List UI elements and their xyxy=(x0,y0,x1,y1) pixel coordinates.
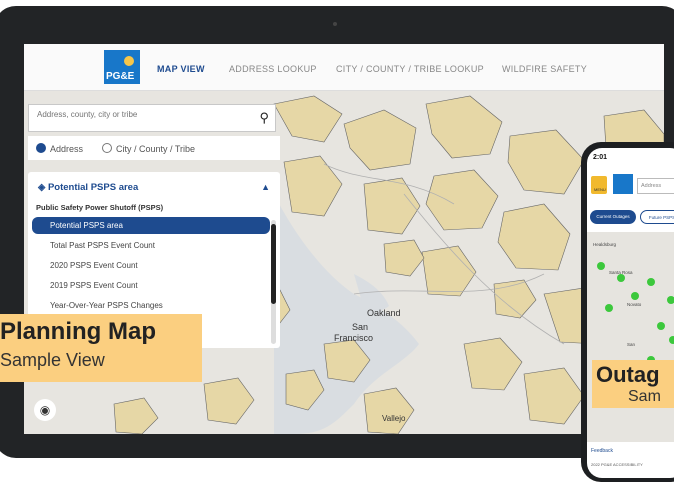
phone-map-label: Novato xyxy=(627,302,642,307)
planning-map-caption: Planning Map Sample View xyxy=(0,314,202,382)
map-label-francisco: Francisco xyxy=(334,333,374,343)
outage-marker[interactable] xyxy=(657,322,665,330)
phone-time: 2:01 xyxy=(593,154,608,161)
phone-map-label: Healdsburg xyxy=(593,242,617,247)
outage-marker[interactable] xyxy=(647,278,655,286)
outage-marker[interactable] xyxy=(617,274,625,282)
map-label-vallejo: Vallejo xyxy=(382,414,406,423)
layer-potential-psps-area[interactable]: Potential PSPS area xyxy=(32,217,270,234)
collapse-caret-icon[interactable]: ▲ xyxy=(261,182,270,192)
planning-map-subtitle: Sample View xyxy=(0,350,105,370)
search-icon[interactable]: ⚲ xyxy=(259,110,269,126)
outage-map-title: Outag xyxy=(596,362,660,387)
planning-map-title: Planning Map xyxy=(0,318,156,345)
phone-outage-map[interactable]: Healdsburg Santa Rosa Novato San xyxy=(587,232,674,442)
phone-tab-future-psps[interactable]: Future PSPS xyxy=(640,210,674,224)
sun-icon xyxy=(124,56,134,66)
radio-address-label: Address xyxy=(50,144,84,154)
phone-frame: 2:01 MENU Address Current Outages Future… xyxy=(581,142,674,482)
phone-footer: 2022 PG&E ACCESSIBILITY xyxy=(591,462,643,467)
phone-tab-current-outages[interactable]: Current Outages xyxy=(590,210,636,224)
layer-total-past-psps[interactable]: Total Past PSPS Event Count xyxy=(32,237,270,254)
outage-marker[interactable] xyxy=(631,292,639,300)
phone-pge-logo[interactable] xyxy=(613,174,633,194)
radio-selected-icon xyxy=(36,143,46,153)
pge-logo[interactable]: PG&E xyxy=(104,50,140,84)
layers-title-text: Potential PSPS area xyxy=(47,182,139,193)
layers-scrollbar[interactable] xyxy=(271,220,276,344)
scrollbar-thumb[interactable] xyxy=(271,224,276,304)
outage-marker[interactable] xyxy=(605,304,613,312)
outage-marker[interactable] xyxy=(597,262,605,270)
phone-feedback-link[interactable]: Feedback xyxy=(591,448,613,454)
outage-map-subtitle: Sam xyxy=(628,388,661,405)
radio-address[interactable]: Address xyxy=(36,143,83,154)
phone-screen: 2:01 MENU Address Current Outages Future… xyxy=(587,148,674,478)
nav-city-county-tribe-lookup[interactable]: CITY / COUNTY / TRIBE LOOKUP xyxy=(336,64,484,74)
search-box: ⚲ xyxy=(28,104,276,132)
outage-marker[interactable] xyxy=(667,296,674,304)
nav-address-lookup[interactable]: ADDRESS LOOKUP xyxy=(229,64,317,74)
map-label-san: San xyxy=(352,322,369,332)
camera-dot xyxy=(333,22,337,26)
layer-2019-psps[interactable]: 2019 PSPS Event Count xyxy=(32,277,270,294)
layer-2020-psps[interactable]: 2020 PSPS Event Count xyxy=(32,257,270,274)
search-mode-radios: Address City / County / Tribe xyxy=(28,136,280,160)
layer-yoy-psps-changes[interactable]: Year-Over-Year PSPS Changes xyxy=(32,297,270,314)
layers-section-heading: Public Safety Power Shutoff (PSPS) xyxy=(36,203,164,212)
layers-panel-title[interactable]: ◈ Potential PSPS area xyxy=(38,182,138,193)
top-navigation: PG&E MAP VIEW ADDRESS LOOKUP CITY / COUN… xyxy=(24,44,664,91)
radio-unselected-icon xyxy=(102,143,112,153)
radio-city-county-tribe[interactable]: City / County / Tribe xyxy=(102,143,195,154)
phone-menu-button[interactable]: MENU xyxy=(591,176,607,194)
phone-map-label: San xyxy=(627,342,636,347)
locate-me-icon[interactable]: ◉ xyxy=(34,399,56,421)
outage-map-caption: Outag Sam xyxy=(592,360,674,408)
radio-city-label: City / County / Tribe xyxy=(116,144,196,154)
nav-wildfire-safety[interactable]: WILDFIRE SAFETY xyxy=(502,64,587,74)
map-label-oakland: Oakland xyxy=(367,308,401,318)
logo-text: PG&E xyxy=(106,71,135,82)
phone-menu-label: MENU xyxy=(594,187,606,192)
laptop-frame: Oakland San Francisco Vallejo PG&E MAP V… xyxy=(0,6,674,458)
outage-marker[interactable] xyxy=(669,336,674,344)
search-input[interactable] xyxy=(35,109,239,120)
nav-map-view[interactable]: MAP VIEW xyxy=(157,64,205,74)
phone-address-input[interactable]: Address xyxy=(637,178,674,194)
